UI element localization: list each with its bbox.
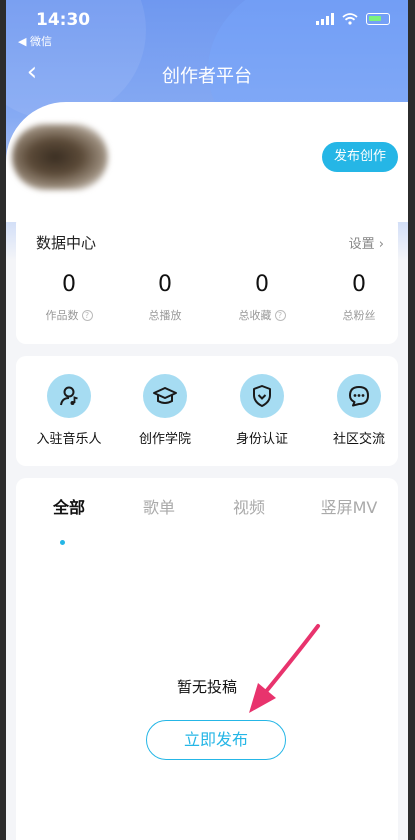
stat-value: 0 [158, 272, 172, 297]
signal-icon [316, 13, 334, 25]
data-center-card: 数据中心 设置 › 0 作品数? 0 总播放 0 总收藏? 0 总粉丝 [16, 214, 398, 344]
stat-label: 总收藏 [238, 309, 272, 322]
tool-label: 身份认证 [235, 432, 288, 447]
settings-link[interactable]: 设置 › [349, 233, 384, 252]
stat-value: 0 [352, 272, 366, 297]
shield-check-icon [253, 385, 271, 407]
empty-state-message: 暂无投稿 [176, 678, 237, 696]
help-icon[interactable]: ? [81, 309, 93, 321]
wifi-icon [342, 13, 358, 25]
tool-label: 入驻音乐人 [36, 432, 102, 447]
tool-academy[interactable]: 创作学院 [117, 374, 213, 447]
stat-favorites[interactable]: 0 总收藏? [214, 272, 310, 323]
active-tab-indicator [60, 540, 65, 545]
stat-label: 总粉丝 [342, 309, 376, 322]
tool-community[interactable]: 社区交流 [311, 374, 407, 447]
graduation-cap-icon [153, 387, 177, 404]
stat-works[interactable]: 0 作品数? [21, 272, 117, 323]
status-time: 14:30 [36, 10, 91, 30]
works-panel: 全部 歌单 视频 竖屏MV 暂无投稿 立即发布 [16, 478, 398, 840]
help-icon[interactable]: ? [274, 309, 286, 321]
data-center-title: 数据中心 [36, 234, 97, 252]
tab-playlists[interactable]: 歌单 [111, 494, 207, 518]
avatar[interactable] [12, 124, 108, 190]
stat-value: 0 [62, 272, 76, 297]
musician-icon [60, 386, 78, 406]
works-tabs: 全部 歌单 视频 竖屏MV [16, 494, 398, 545]
stat-fans[interactable]: 0 总粉丝 [311, 272, 407, 323]
battery-icon [366, 13, 390, 25]
publish-create-button[interactable]: 发布创作 [322, 142, 398, 172]
tool-label: 创作学院 [138, 432, 191, 447]
tools-card: 入驻音乐人 创作学院 身份认证 社区交流 [16, 356, 398, 466]
stat-plays[interactable]: 0 总播放 [117, 272, 213, 323]
stat-value: 0 [255, 272, 269, 297]
nav-bar: ‹ 创作者平台 [6, 55, 408, 91]
publish-now-button[interactable]: 立即发布 [146, 720, 286, 760]
stat-label: 作品数 [45, 309, 79, 322]
status-icons [316, 13, 390, 25]
tab-all[interactable]: 全部 [21, 494, 117, 518]
tool-identity[interactable]: 身份认证 [214, 374, 310, 447]
tab-videos[interactable]: 视频 [201, 494, 297, 518]
tool-label: 社区交流 [332, 432, 385, 447]
tool-musician[interactable]: 入驻音乐人 [21, 374, 117, 447]
tab-vertical-mv[interactable]: 竖屏MV [301, 494, 397, 518]
stat-label: 总播放 [148, 309, 182, 322]
phone-screen: 14:30 ◀ 微信 ‹ 创作者平台 发布创作 数据中心 设置 › 0 作品数?… [6, 0, 408, 840]
back-to-wechat-link[interactable]: ◀ 微信 [18, 33, 52, 49]
chat-bubble-icon [349, 386, 369, 407]
status-bar: 14:30 ◀ 微信 [6, 0, 408, 48]
page-title: 创作者平台 [162, 66, 252, 87]
